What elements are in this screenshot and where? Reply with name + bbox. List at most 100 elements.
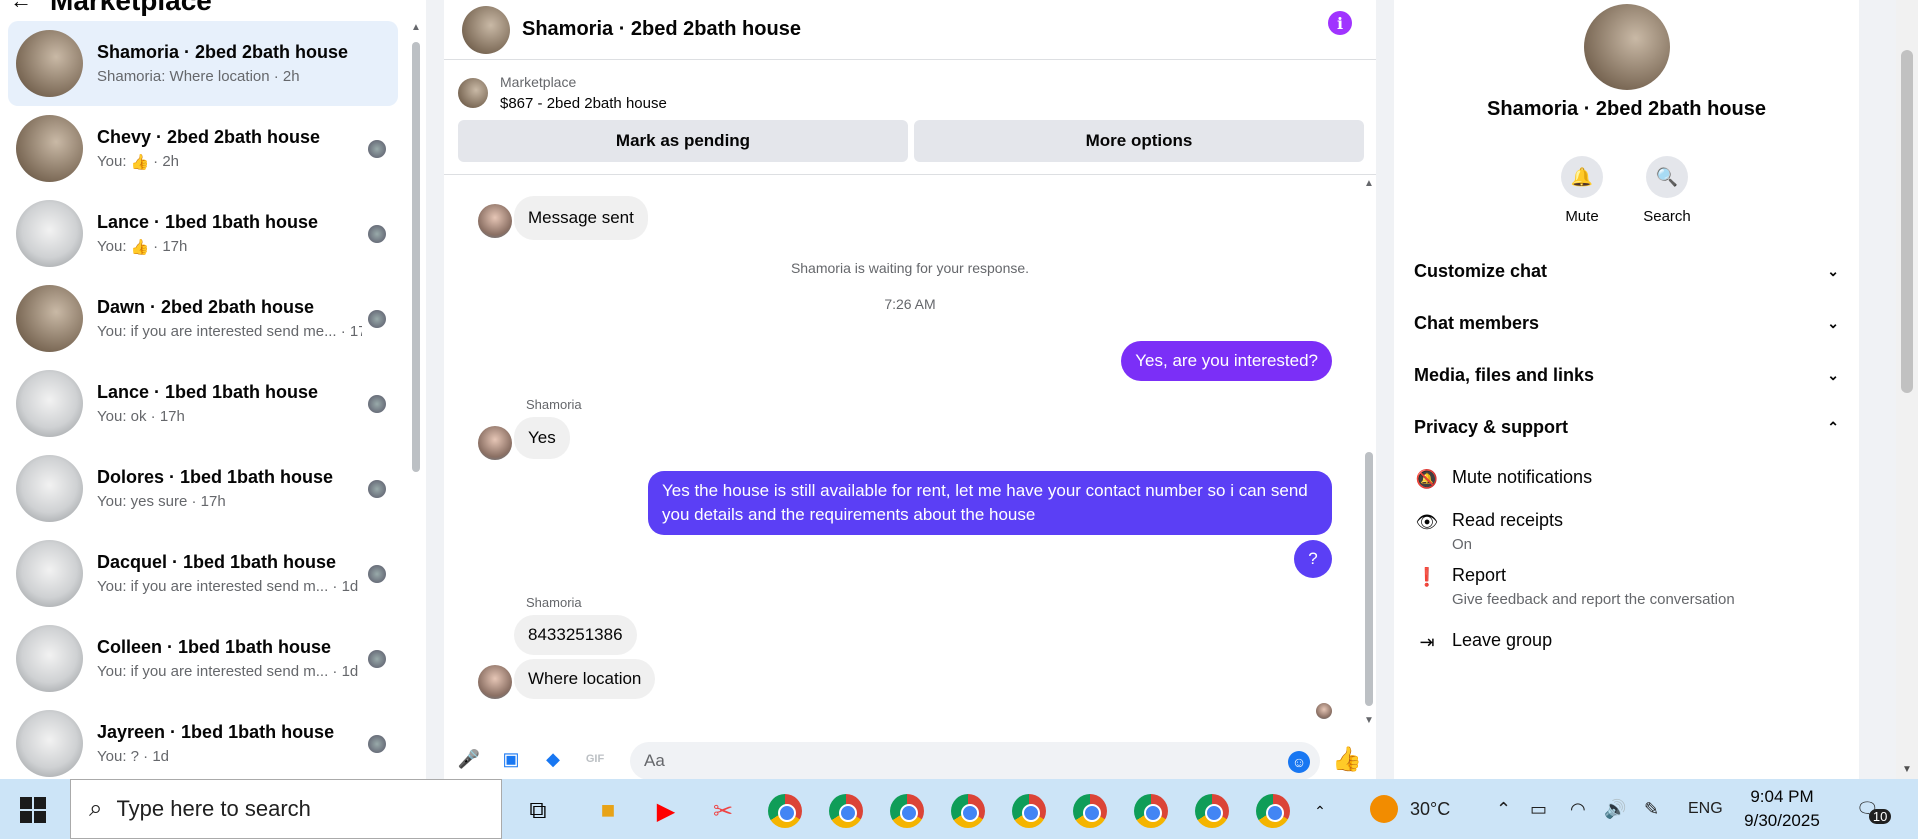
chat-members-section[interactable]: Chat members ⌄ [1414, 303, 1839, 343]
back-arrow-icon[interactable]: ← [10, 0, 32, 14]
avatar [16, 30, 83, 97]
search-icon[interactable]: 🔍 [1646, 156, 1688, 198]
meet-icon[interactable]: ▭ [1530, 779, 1547, 839]
app-root: ← Marketplace Shamoria · 2bed 2bath hous… [0, 0, 1918, 839]
conversation-item[interactable]: Dolores · 1bed 1bath house You: yes sure … [8, 446, 398, 531]
emoji-icon[interactable]: ☺ [1288, 751, 1310, 773]
info-icon[interactable]: i [1328, 11, 1352, 35]
clock-time: 9:04 PM [1750, 787, 1814, 806]
chrome-icon[interactable] [828, 793, 864, 829]
conversation-item[interactable]: Lance · 1bed 1bath house You: 👍 · 17h [8, 191, 398, 276]
chrome-icon[interactable] [1133, 793, 1169, 829]
search-action[interactable]: 🔍 Search [1632, 156, 1702, 225]
option-label: Leave group [1452, 630, 1553, 650]
chrome-icon[interactable] [1072, 793, 1108, 829]
mute-notifications-option[interactable]: 🔕 Mute notifications [1414, 467, 1592, 491]
option-label: Mute notifications [1452, 467, 1593, 487]
weather-widget[interactable]: 30°C [1370, 779, 1450, 839]
customize-chat-section[interactable]: Customize chat ⌄ [1414, 251, 1839, 291]
like-thumb-icon[interactable]: 👍 [1332, 746, 1362, 773]
chrome-icon[interactable] [1011, 793, 1047, 829]
preview-prefix: You: [97, 238, 127, 255]
scroll-up-icon[interactable]: ▲ [411, 22, 421, 33]
pen-icon[interactable]: ✎ [1644, 779, 1659, 839]
chat-title[interactable]: Shamoria · 2bed 2bath house [522, 18, 801, 41]
mark-as-pending-button[interactable]: Mark as pending [458, 120, 908, 162]
conversation-preview: You: 👍 · 17h [97, 238, 362, 256]
conversation-preview: You: 👍 · 2h [97, 153, 362, 171]
snipping-tool-icon[interactable]: ✂ [705, 793, 741, 829]
scroll-up-icon[interactable]: ▲ [1364, 178, 1374, 189]
avatar [16, 200, 83, 267]
taskbar: ⌕ Type here to search ⧉ ■ ▶ ✂ ⌃ 30°C ⌃ ▭… [0, 779, 1918, 839]
conversation-item[interactable]: Chevy · 2bed 2bath house You: 👍 · 2h [8, 106, 398, 191]
exit-icon: ⇥ [1419, 631, 1435, 652]
chat-list-scrollbar[interactable]: ▲ [410, 22, 422, 779]
scrollbar-thumb[interactable] [1365, 452, 1373, 706]
scroll-down-icon[interactable]: ▼ [1364, 715, 1374, 726]
chrome-icon[interactable] [950, 793, 986, 829]
conversation-name: Chevy · 2bed 2bath house [97, 126, 321, 147]
chevron-down-icon: ⌄ [1827, 262, 1839, 279]
chrome-icon[interactable] [1194, 793, 1230, 829]
more-options-button[interactable]: More options [914, 120, 1364, 162]
scrollbar-thumb[interactable] [412, 42, 420, 472]
conversation-preview: You: ok · 17h [97, 408, 362, 425]
sticker-icon[interactable]: ◆ [542, 748, 564, 770]
image-attach-icon[interactable]: ▣ [500, 748, 522, 770]
youtube-icon[interactable]: ▶ [648, 793, 684, 829]
avatar[interactable] [462, 5, 510, 54]
panel-divider [426, 0, 444, 779]
windows-start-icon[interactable] [20, 797, 46, 823]
wifi-icon[interactable]: ◠ [1570, 779, 1586, 839]
chrome-icon[interactable] [1255, 793, 1291, 829]
conversation-item[interactable]: Colleen · 1bed 1bath house You: if you ar… [8, 616, 398, 701]
conversation-name: Dacquel · 1bed 1bath house [97, 552, 337, 572]
microphone-icon[interactable]: 🎤 [458, 748, 480, 770]
conversation-item[interactable]: Jayreen · 1bed 1bath house You: ? · 1d [8, 701, 398, 779]
notification-center[interactable]: 🗨 10 [1856, 779, 1892, 839]
bell-icon[interactable]: 🔔 [1561, 156, 1603, 198]
gif-icon[interactable]: GIF [584, 748, 606, 770]
section-label: Privacy & support [1414, 416, 1569, 437]
conversation-item[interactable]: Lance · 1bed 1bath house You: ok · 17h [8, 361, 398, 446]
details-title: Shamoria · 2bed 2bath house [1487, 98, 1766, 120]
taskbar-search-input[interactable]: ⌕ Type here to search [70, 779, 502, 839]
conversation-item[interactable]: Dawn · 2bed 2bath house You: if you are i… [8, 276, 398, 361]
scrollbar-thumb[interactable] [1901, 50, 1913, 393]
eye-icon: 👁 [1415, 511, 1439, 532]
conversation-item[interactable]: Dacquel · 1bed 1bath house You: if you ar… [8, 531, 398, 616]
thread-scrollbar[interactable]: ▲ ▼ [1362, 178, 1376, 726]
clock-date: 9/30/2025 [1744, 811, 1820, 830]
language-indicator[interactable]: ENG [1688, 779, 1723, 839]
task-view-icon[interactable]: ⧉ [520, 793, 556, 829]
file-explorer-icon[interactable]: ■ [590, 793, 626, 829]
system-clock[interactable]: 9:04 PM 9/30/2025 [1732, 785, 1832, 833]
bell-off-icon: 🔕 [1415, 468, 1439, 489]
conversation-item[interactable]: Shamoria · 2bed 2bath house Shamoria: Whe… [8, 21, 398, 106]
listing-banner[interactable]: Marketplace $867 - 2bed 2bath house [458, 68, 667, 118]
listing-title: $867 - 2bed 2bath house [500, 95, 667, 112]
chrome-icon[interactable] [889, 793, 925, 829]
read-receipts-option[interactable]: 👁 Read receipts On [1414, 510, 1564, 553]
report-option[interactable]: ❗ Report Give feedback and report the co… [1414, 565, 1735, 608]
section-label: Chat members [1414, 312, 1540, 333]
mute-action[interactable]: 🔔 Mute [1547, 156, 1617, 225]
waiting-notice: Shamoria is waiting for your response. [790, 260, 1030, 276]
media-files-links-section[interactable]: Media, files and links ⌄ [1414, 355, 1839, 395]
conversation-name: Colleen · 1bed 1bath house [97, 637, 332, 657]
page-scrollbar[interactable]: ▼ [1896, 0, 1918, 779]
volume-icon[interactable]: 🔊 [1604, 779, 1626, 839]
avatar[interactable] [1584, 4, 1670, 90]
page-title: Marketplace [50, 0, 212, 16]
message-input[interactable]: Aa ☺ [630, 742, 1320, 780]
privacy-support-section[interactable]: Privacy & support ⌃ [1414, 407, 1839, 447]
chrome-icon[interactable] [767, 793, 803, 829]
leave-group-option[interactable]: ⇥ Leave group [1414, 630, 1552, 654]
taskbar-overflow-icon[interactable]: ⌃ [1302, 793, 1338, 829]
tray-expand-icon[interactable]: ⌃ [1496, 779, 1511, 839]
scroll-down-icon[interactable]: ▼ [1902, 764, 1912, 775]
avatar [478, 204, 512, 238]
seen-by-avatar [368, 564, 386, 583]
chevron-down-icon: ⌄ [1827, 314, 1839, 331]
